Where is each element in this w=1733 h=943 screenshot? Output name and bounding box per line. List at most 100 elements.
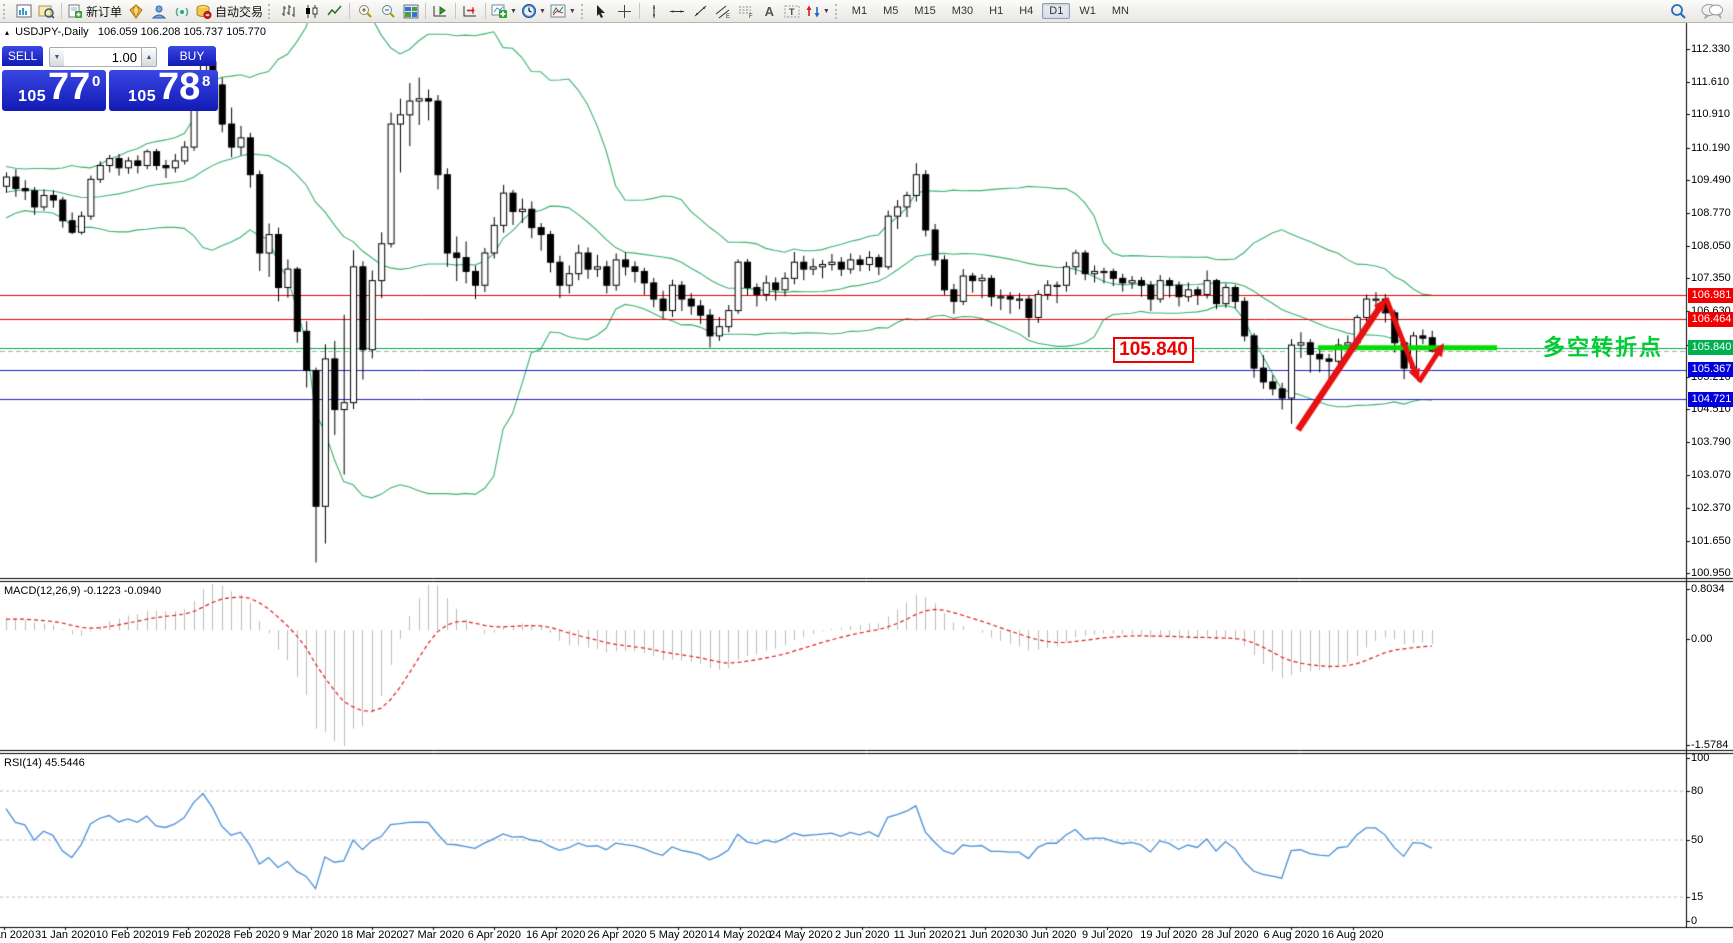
trendline-tool-button[interactable] — [689, 2, 712, 21]
time-axis-label: 6 Aug 2020 — [1263, 929, 1320, 941]
toolbar-grip — [580, 3, 586, 19]
horizontal-line-tool-button[interactable] — [666, 2, 689, 21]
toolbar-grip — [834, 3, 840, 19]
time-axis-label: 26 Apr 2020 — [587, 929, 647, 941]
price-axis-tick: 108.770 — [1691, 206, 1731, 219]
time-axis-label: 19 Jul 2020 — [1140, 929, 1198, 941]
macd-axis-tick: 0.8034 — [1691, 583, 1725, 595]
time-axis-label: 24 May 2020 — [769, 929, 833, 941]
periods-button[interactable]: ▼ — [519, 2, 548, 21]
equidistant-channel-tool-button[interactable]: E — [712, 2, 735, 21]
main-toolbar: 新订单 自动交易 ▼ ▼ ▼ E F A T ▼ M1 M5 M15 M30 H1 H4 D… — [0, 0, 1733, 23]
price-axis-tick: 112.330 — [1691, 43, 1730, 55]
chart-shift-button[interactable] — [459, 2, 482, 21]
time-axis-label: 11 Jun 2020 — [893, 929, 954, 941]
time-axis-label: 30 Jun 2020 — [1015, 929, 1077, 941]
timeframe-button-D1[interactable]: D1 — [1042, 3, 1071, 19]
volume-input[interactable] — [64, 47, 141, 67]
time-axis-label: 14 May 2020 — [707, 929, 772, 941]
time-axis-label: 31 Jan 2020 — [35, 929, 96, 941]
rsi-axis-tick: 100 — [1691, 752, 1710, 764]
cursor-tool-button[interactable] — [590, 2, 613, 21]
price-axis-tick: 110.190 — [1691, 141, 1730, 154]
search-icon[interactable] — [1666, 2, 1689, 21]
ask-price-base: 105 — [128, 88, 157, 105]
signals-icon[interactable] — [147, 2, 170, 21]
price-axis-tick: 103.070 — [1691, 469, 1731, 482]
price-level-badge: 106.981 — [1688, 287, 1733, 303]
time-axis-label: 19 Feb 2020 — [157, 929, 219, 941]
timeframe-button-M1[interactable]: M1 — [845, 3, 874, 19]
vertical-line-tool-button[interactable] — [643, 2, 666, 21]
volume-decrease-button[interactable]: ▼ — [49, 47, 65, 67]
autotrading-button[interactable]: 自动交易 — [193, 2, 265, 21]
toolbar-separator — [485, 3, 487, 19]
indicators-dropdown-caret[interactable]: ▼ — [510, 8, 517, 15]
timeframe-button-H4[interactable]: H4 — [1012, 3, 1040, 19]
line-chart-type-button[interactable] — [323, 2, 346, 21]
news-broadcast-icon[interactable] — [170, 2, 193, 21]
bid-price-display[interactable]: 105 77 0 — [2, 70, 106, 111]
price-axis-tick: 107.350 — [1691, 272, 1731, 285]
time-axis-label: 10 Feb 2020 — [95, 929, 158, 941]
zoom-in-button[interactable] — [353, 2, 376, 21]
timeframe-button-M5[interactable]: M5 — [876, 3, 905, 19]
time-axis-label: 18 Mar 2020 — [340, 929, 403, 941]
price-axis-tick: 108.050 — [1691, 240, 1731, 253]
indicators-button[interactable]: ▼ — [489, 2, 519, 21]
crosshair-tool-button[interactable] — [613, 2, 636, 21]
price-level-badge: 104.721 — [1688, 391, 1733, 407]
svg-text:E: E — [726, 14, 730, 19]
timeframe-button-M15[interactable]: M15 — [907, 3, 942, 19]
toolbar-separator — [455, 3, 457, 19]
turning-point-note[interactable]: 多空转折点 — [1543, 330, 1663, 362]
price-level-badge: 105.840 — [1688, 340, 1733, 356]
auto-scroll-button[interactable] — [429, 2, 452, 21]
new-order-label: 新订单 — [86, 4, 123, 19]
ask-price-display[interactable]: 105 78 8 — [109, 70, 218, 111]
price-axis-tick: 102.370 — [1691, 501, 1731, 514]
rsi-axis-tick: 80 — [1691, 784, 1704, 797]
price-level-badge: 106.464 — [1688, 311, 1733, 327]
buy-button[interactable]: BUY — [168, 46, 216, 66]
price-axis-tick: 100.950 — [1691, 567, 1731, 580]
timeframe-button-MN[interactable]: MN — [1105, 3, 1136, 19]
templates-dropdown-caret[interactable]: ▼ — [569, 8, 576, 15]
new-order-button[interactable]: 新订单 — [65, 2, 124, 21]
arrows-dropdown-caret[interactable]: ▼ — [823, 8, 830, 15]
price-flag-105840[interactable]: 105.840 — [1113, 337, 1194, 363]
candlestick-type-button[interactable] — [300, 2, 323, 21]
macd-axis-tick: 0.00 — [1691, 633, 1713, 645]
timeframe-button-H1[interactable]: H1 — [982, 3, 1010, 19]
templates-button[interactable]: ▼ — [548, 2, 578, 21]
price-axis-tick: 101.650 — [1691, 534, 1731, 547]
tile-windows-button[interactable] — [399, 2, 422, 21]
arrows-tool-button[interactable]: ▼ — [804, 2, 832, 21]
text-tool-button[interactable]: A — [758, 2, 781, 21]
zoom-out-button[interactable] — [376, 2, 399, 21]
timeframe-button-W1[interactable]: W1 — [1072, 3, 1103, 19]
time-axis-label: 16 Apr 2020 — [526, 929, 586, 941]
chart-profiles-button[interactable] — [35, 2, 58, 21]
bar-chart-type-button[interactable] — [277, 2, 300, 21]
text-label-tool-button[interactable]: T — [781, 2, 804, 21]
time-axis-label: 5 May 2020 — [649, 929, 708, 941]
time-axis-label: 16 Aug 2020 — [1321, 929, 1384, 941]
timeframe-button-M30[interactable]: M30 — [945, 3, 980, 19]
price-axis-tick: 110.910 — [1691, 108, 1730, 121]
price-chart-canvas[interactable] — [0, 0, 1733, 943]
new-chart-button[interactable] — [12, 2, 35, 21]
chat-icon[interactable] — [1699, 2, 1725, 21]
ask-price-main: 78 — [158, 70, 201, 108]
time-axis-label: 9 Jul 2020 — [1082, 929, 1133, 941]
fibonacci-tool-button[interactable]: F — [735, 2, 758, 21]
market-icon[interactable] — [124, 2, 147, 21]
price-axis-tick: 109.490 — [1691, 173, 1731, 186]
periods-dropdown-caret[interactable]: ▼ — [539, 8, 546, 15]
sell-button[interactable]: SELL — [2, 46, 43, 66]
chart-symbol-icon: ▴ — [5, 28, 10, 37]
toolbar-separator — [349, 3, 351, 19]
chart-ohlc-values: 106.059 106.208 105.737 105.770 — [97, 26, 267, 38]
rsi-label: RSI(14) 45.5446 — [4, 757, 85, 769]
volume-increase-button[interactable]: ▲ — [141, 47, 157, 67]
